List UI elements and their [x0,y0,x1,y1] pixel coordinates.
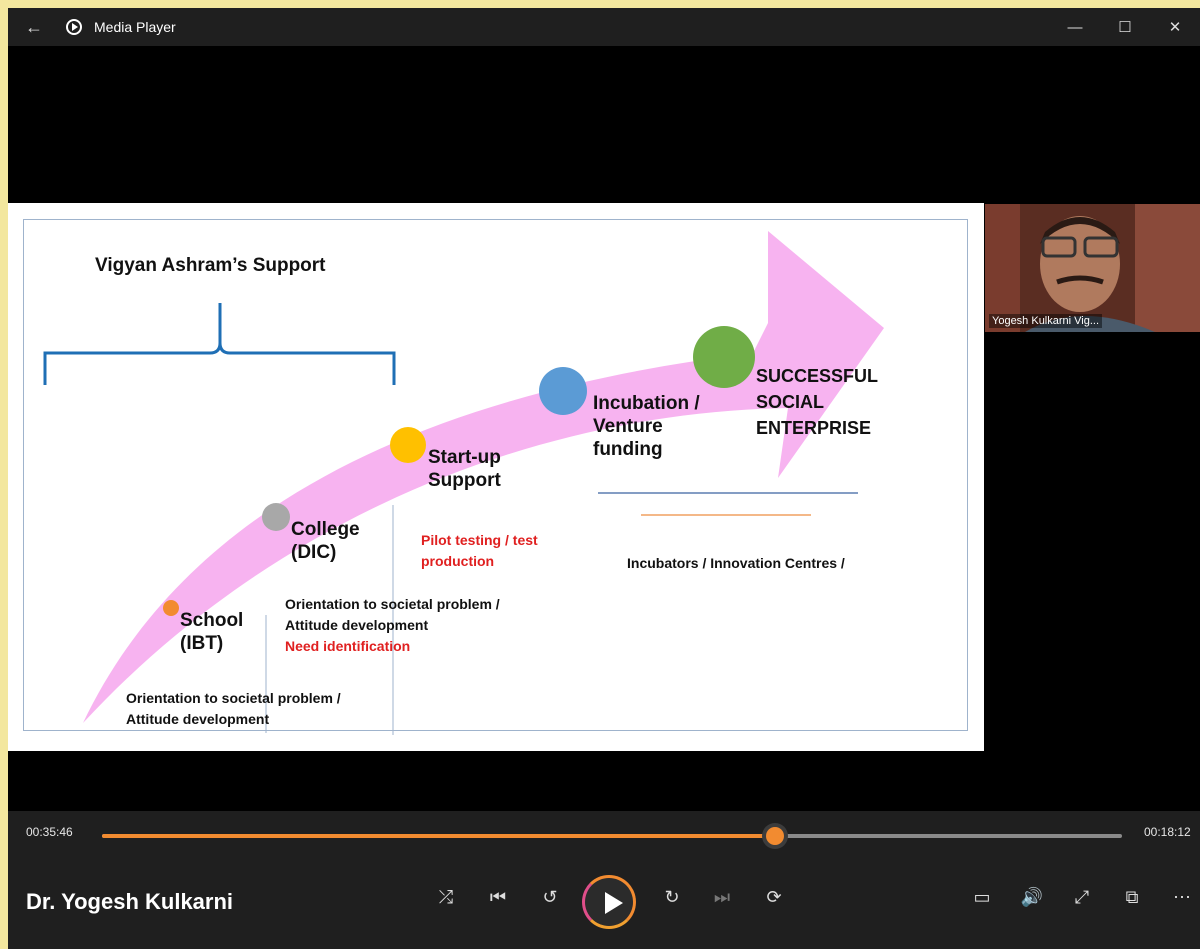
stage-success-line3: ENTERPRISE [756,418,872,439]
school-note: Orientation to societal problem / Attitu… [126,688,341,730]
repeat-icon[interactable]: ⟳ [758,887,790,908]
back-arrow-icon[interactable]: ← [14,17,54,38]
minimize-button[interactable]: — [1050,8,1100,46]
college-note-line1: Orientation to societal problem / [285,596,500,612]
elapsed-time: 00:35:46 [26,825,73,839]
stage-startup-label: Start-up Support [428,447,501,493]
startup-note-line2: production [421,553,495,569]
school-dot [163,600,179,616]
startup-note: Pilot testing / test production [421,530,538,572]
startup-dot [390,427,426,463]
stage-success-label: SUCCESSFUL SOCIAL ENTERPRISE [756,363,878,441]
miniplayer-icon[interactable]: ⧉ [1116,887,1148,908]
seek-bar[interactable] [102,827,1122,845]
school-note-line1: Orientation to societal problem / [126,690,341,706]
incubation-note: Incubators / Innovation Centres / [627,555,845,571]
startup-note-line1: Pilot testing / test [421,532,538,548]
stage-college-line1: College [291,519,360,540]
maximize-button[interactable]: ☐ [1100,8,1150,46]
college-note-line3: Need identification [285,638,411,654]
support-brace [43,303,396,385]
incubation-dot [539,367,587,415]
stage-incubation-line2: Venture [593,415,663,437]
seek-bar-thumb[interactable] [766,827,785,845]
college-note-line2: Attitude development [285,617,429,633]
stage-startup-line2: Support [428,469,501,491]
window-controls: — ☐ ✕ [1050,8,1200,46]
stage-success-line2: SOCIAL [756,392,825,413]
subtitles-icon[interactable]: ▭ [966,887,998,908]
participant-name: Yogesh Kulkarni Vig... [989,314,1103,328]
college-dot [262,503,290,531]
next-icon[interactable]: ⏭ [706,887,738,908]
fullscreen-icon[interactable]: ⤢ [1066,887,1098,908]
play-button[interactable] [582,875,636,929]
presentation-slide: Vigyan Ashram’s Support School (IBT) Col… [8,203,984,751]
media-player-app-icon [66,19,82,35]
media-player-window: ← Media Player — ☐ ✕ Vigyan Ashram’s Sup… [8,8,1200,949]
stage-college-line2: (DIC) [291,541,337,563]
participant-avatar [985,204,1200,332]
stage-school-line2: (IBT) [180,632,224,654]
stage-startup-line1: Start-up [428,447,501,468]
shuffle-icon[interactable]: ⤮ [430,887,462,908]
more-options-icon[interactable]: ⋯ [1166,887,1198,908]
college-note: Orientation to societal problem / Attitu… [285,594,500,657]
stage-incubation-label: Incubation / Venture funding [593,393,700,461]
stage-college-label: College (DIC) [291,519,360,565]
window-title: Media Player [94,19,176,35]
forward-30-icon[interactable]: ↻ [656,887,688,908]
previous-icon[interactable]: ⏮ [482,887,514,908]
stage-success-line1: SUCCESSFUL [756,366,879,386]
participant-video-tile: Yogesh Kulkarni Vig... [985,204,1200,332]
stage-school-line1: School [180,610,244,631]
close-button[interactable]: ✕ [1150,8,1200,46]
volume-icon[interactable]: 🔊 [1016,887,1048,908]
seek-bar-progress [102,834,776,838]
success-dot [693,326,755,388]
now-playing-title: Dr. Yogesh Kulkarni [26,889,234,914]
stage-school-label: School (IBT) [180,610,243,656]
stage-incubation-line1: Incubation / [593,393,700,414]
remaining-time: 00:18:12 [1144,825,1191,839]
player-controls: 00:35:46 00:18:12 Dr. Yogesh Kulkarni ⤮ … [8,811,1200,949]
title-bar: ← Media Player — ☐ ✕ [8,8,1200,46]
school-note-line2: Attitude development [126,711,270,727]
slide-heading: Vigyan Ashram’s Support [95,255,326,276]
stage-incubation-line3: funding [593,438,663,460]
rewind-10-icon[interactable]: ↺ [534,887,566,908]
